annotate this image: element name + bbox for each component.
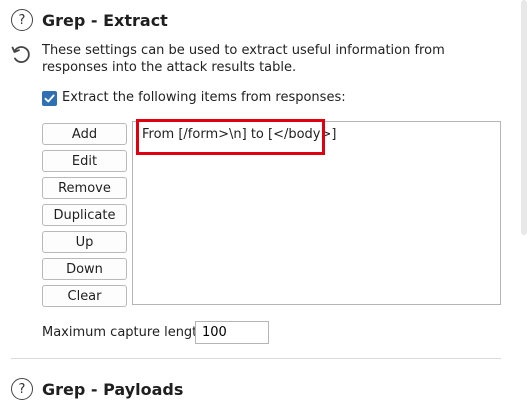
scrollbar-thumb[interactable] <box>521 0 527 235</box>
max-capture-length-label: Maximum capture length: <box>42 325 210 340</box>
section-title-grep-payloads: Grep - Payloads <box>42 380 184 399</box>
help-icon[interactable]: ? <box>11 9 33 31</box>
highlight-annotation <box>136 119 325 155</box>
reset-defaults-icon[interactable] <box>9 42 33 66</box>
clear-button[interactable]: Clear <box>42 285 127 307</box>
add-button[interactable]: Add <box>42 123 127 145</box>
section-divider <box>11 358 501 359</box>
help-icon[interactable]: ? <box>11 378 33 400</box>
max-capture-length-input[interactable] <box>195 321 269 344</box>
checkmark-icon <box>44 94 55 103</box>
up-button[interactable]: Up <box>42 231 127 253</box>
remove-button[interactable]: Remove <box>42 177 127 199</box>
section-title-grep-extract: Grep - Extract <box>42 11 168 30</box>
down-button[interactable]: Down <box>42 258 127 280</box>
section-description: These settings can be used to extract us… <box>42 43 445 75</box>
duplicate-button[interactable]: Duplicate <box>42 204 127 226</box>
extract-items-checkbox[interactable] <box>42 91 57 106</box>
extract-items-label: Extract the following items from respons… <box>62 90 346 105</box>
edit-button[interactable]: Edit <box>42 150 127 172</box>
